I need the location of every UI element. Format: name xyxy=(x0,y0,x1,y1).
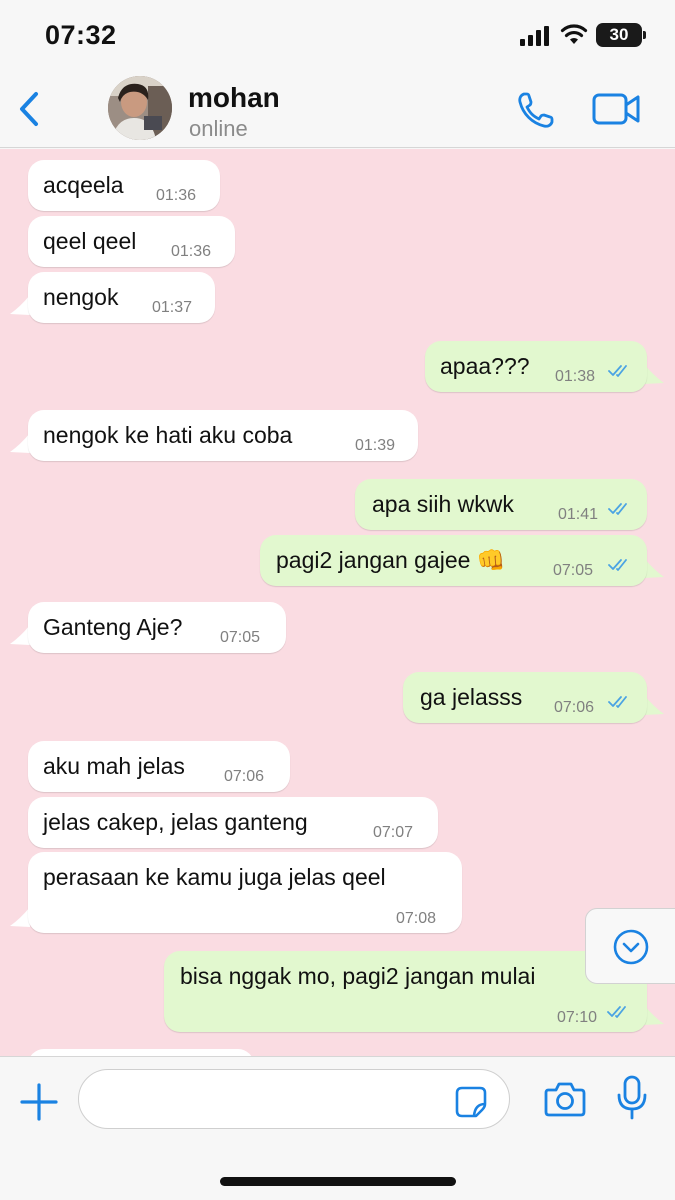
message-time: 01:36 xyxy=(156,187,197,204)
bubble-tail xyxy=(10,625,30,645)
status-bar: 07:32 30 xyxy=(0,0,675,72)
message-time: 07:07 xyxy=(373,824,414,841)
chat-area[interactable]: acqeela 01:36 qeel qeel 01:36 nengok 01:… xyxy=(0,149,675,1056)
scroll-to-bottom-button[interactable] xyxy=(585,908,675,984)
message-time: 07:10 xyxy=(557,1009,598,1026)
contact-name[interactable]: mohan xyxy=(188,82,280,114)
plus-icon[interactable] xyxy=(18,1081,60,1123)
message-text: perasaan ke kamu juga jelas qeel xyxy=(43,864,386,890)
camera-icon[interactable] xyxy=(543,1079,587,1119)
message-bubble-incoming[interactable]: qeel qeel 01:36 xyxy=(28,216,235,267)
bubble-tail xyxy=(644,558,664,578)
read-receipt-icon xyxy=(608,696,627,708)
message-time: 07:05 xyxy=(220,629,261,646)
bubble-tail xyxy=(644,364,664,384)
status-time: 07:32 xyxy=(45,20,117,50)
home-indicator xyxy=(220,1177,456,1186)
message-bubble-incoming[interactable]: aku mah jelas 07:06 xyxy=(28,741,290,792)
bubble-tail xyxy=(10,907,30,927)
message-time: 01:36 xyxy=(171,243,212,260)
cellular-signal-icon xyxy=(520,26,549,46)
bubble-tail xyxy=(644,695,664,715)
wifi-icon xyxy=(560,24,588,44)
chat-header: mohan online xyxy=(0,72,675,148)
message-bubble-outgoing[interactable]: pagi2 jangan gajee 👊 07:05 xyxy=(260,535,647,586)
message-time: 07:05 xyxy=(553,562,594,579)
message-bubble-incoming[interactable]: jelas cakep, jelas ganteng 07:07 xyxy=(28,797,438,848)
message-text: nengok xyxy=(43,284,119,310)
message-bubble-incoming[interactable]: acqeela 01:36 xyxy=(28,160,220,211)
message-time: 01:39 xyxy=(355,437,396,454)
avatar[interactable] xyxy=(108,76,172,140)
back-button[interactable] xyxy=(10,86,50,132)
message-bubble-incoming[interactable]: nengok 01:37 xyxy=(28,272,215,323)
message-text: aku mah jelas xyxy=(43,753,185,779)
bubble-tail xyxy=(10,433,30,453)
bubble-tail xyxy=(644,1005,664,1025)
message-text: apa siih wkwk xyxy=(372,491,514,517)
chevron-down-circle-icon xyxy=(613,929,649,965)
read-receipt-icon xyxy=(608,503,627,515)
message-time: 01:38 xyxy=(555,368,596,385)
message-bubble-outgoing[interactable]: bisa nggak mo, pagi2 jangan mulai 07:10 xyxy=(164,951,647,1032)
message-time: 01:41 xyxy=(558,506,599,523)
phone-icon[interactable] xyxy=(514,88,558,132)
message-text: bisa nggak mo, pagi2 jangan mulai xyxy=(180,963,536,989)
message-bubble-incoming[interactable]: nengok ke hati aku coba 01:39 xyxy=(28,410,418,461)
message-bubble-incoming[interactable]: perasaan ke kamu juga jelas qeel 07:08 xyxy=(28,852,462,933)
message-text: nengok ke hati aku coba xyxy=(43,422,293,448)
message-text: apaa??? xyxy=(440,353,530,379)
bubble-tail xyxy=(10,295,30,315)
message-input[interactable] xyxy=(78,1069,510,1129)
battery-icon: 30 xyxy=(596,23,646,47)
input-bar xyxy=(0,1056,675,1200)
contact-status: online xyxy=(189,116,248,141)
read-receipt-icon xyxy=(608,559,627,571)
message-text: Ganteng Aje? xyxy=(43,614,183,640)
message-text: qeel qeel xyxy=(43,228,137,254)
battery-level: 30 xyxy=(609,25,629,44)
message-time: 07:06 xyxy=(554,699,595,716)
message-text: pagi2 jangan gajee 👊 xyxy=(276,547,506,573)
read-receipt-icon xyxy=(608,365,627,377)
message-bubble-outgoing[interactable]: ga jelasss 07:06 xyxy=(403,672,647,723)
message-text: acqeela xyxy=(43,172,124,198)
message-bubble-incoming[interactable]: Ganteng Aje? 07:05 xyxy=(28,602,286,653)
message-text: jelas cakep, jelas ganteng xyxy=(43,809,308,835)
message-bubble-outgoing[interactable]: apaa??? 01:38 xyxy=(425,341,647,392)
message-bubble-incoming[interactable] xyxy=(28,1049,254,1056)
message-bubble-outgoing[interactable]: apa siih wkwk 01:41 xyxy=(355,479,647,530)
microphone-icon[interactable] xyxy=(616,1075,648,1121)
video-camera-icon[interactable] xyxy=(592,92,642,126)
message-time: 07:06 xyxy=(224,768,265,785)
message-time: 07:08 xyxy=(396,910,437,927)
sticker-icon[interactable] xyxy=(454,1085,488,1119)
read-receipt-icon xyxy=(607,1006,626,1018)
message-time: 01:37 xyxy=(152,299,193,316)
message-text: ga jelasss xyxy=(420,684,523,710)
